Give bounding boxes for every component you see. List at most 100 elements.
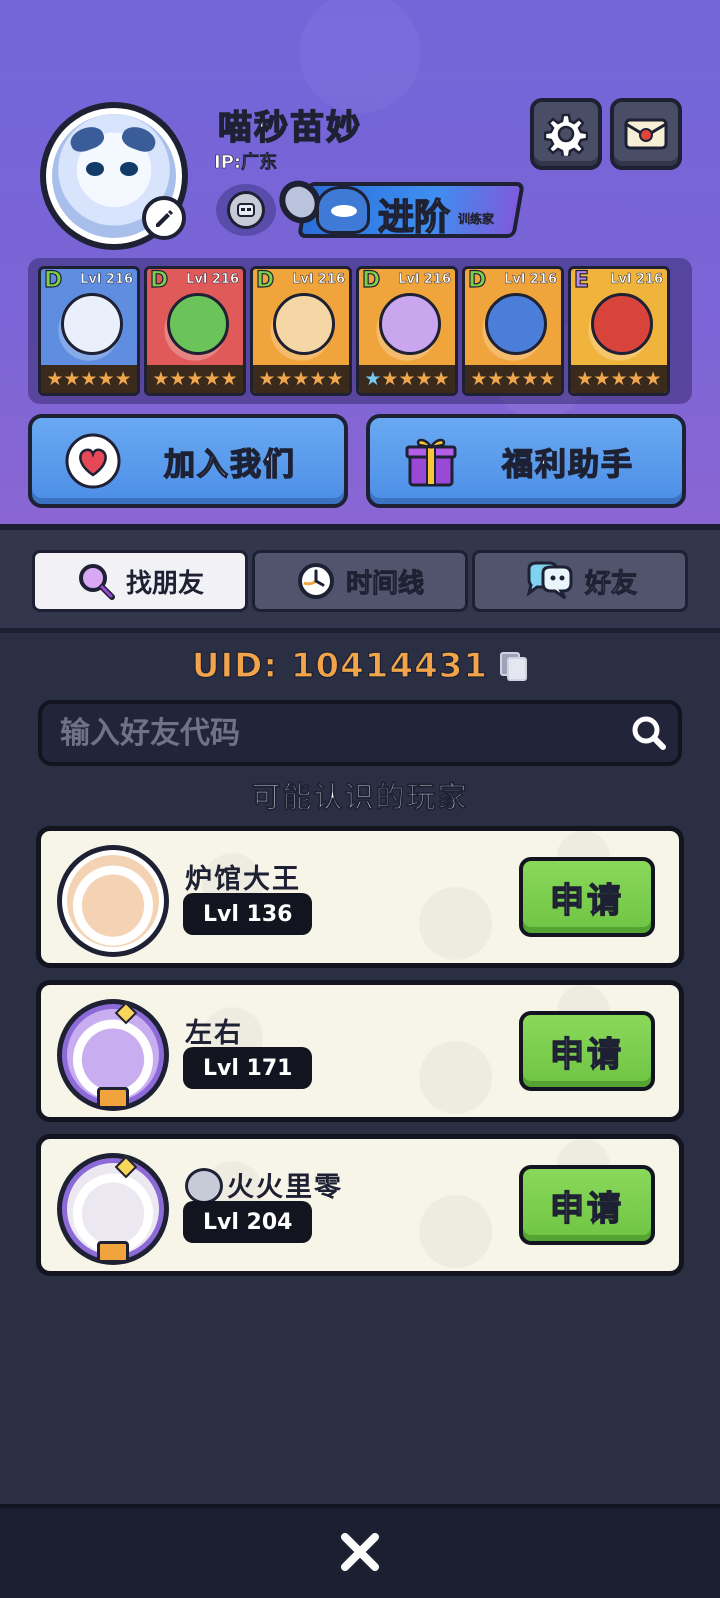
mascot-icon — [316, 186, 370, 234]
player-avatar[interactable] — [57, 999, 169, 1111]
friend-code-input[interactable] — [60, 715, 620, 751]
pet-level: Lvl 216 — [80, 272, 133, 288]
player-avatar[interactable] — [57, 845, 169, 957]
pet-grade: D — [43, 268, 63, 294]
rank-badge-icon — [185, 1167, 223, 1204]
star-icon: ★ — [63, 367, 81, 390]
pet-stars: ★ ★ ★ ★ ★ — [571, 365, 667, 393]
player-card: 炉馆大王 Lvl 136 申请 — [36, 826, 684, 968]
pet-grade: D — [467, 268, 487, 294]
pet-stars: ★ ★ ★ ★ ★ — [465, 365, 561, 393]
star-icon: ★ — [470, 367, 488, 390]
advance-label: 进阶 — [377, 196, 451, 239]
star-icon: ★ — [398, 367, 416, 390]
pet-creature-icon — [167, 293, 229, 355]
star-icon: ★ — [203, 367, 221, 390]
star-icon: ★ — [521, 367, 539, 390]
tab-find-friends-label: 找朋友 — [125, 568, 204, 599]
edit-profile-icon[interactable] — [142, 196, 186, 240]
player-name-row: 炉馆大王 — [185, 857, 301, 896]
player-name-row: 左右 — [185, 1011, 243, 1050]
copy-icon[interactable] — [498, 650, 528, 682]
pet-stars: ★ ★ ★ ★ ★ — [41, 365, 137, 393]
gear-icon — [544, 113, 588, 156]
pet-card[interactable]: D Lvl 216 ★ ★ ★ ★ ★ — [462, 266, 564, 396]
pet-stars: ★ ★ ★ ★ ★ — [359, 365, 455, 393]
star-icon: ★ — [97, 367, 115, 390]
pet-card[interactable]: E Lvl 216 ★ ★ ★ ★ ★ — [568, 266, 670, 396]
pet-grade: E — [573, 268, 590, 294]
join-us-button[interactable]: 加入我们 — [28, 414, 348, 508]
rank-badge-icon[interactable] — [216, 184, 276, 236]
heart-icon — [65, 433, 121, 489]
tab-friends[interactable]: 好友 — [472, 550, 688, 612]
player-card: 火火里零 Lvl 204 申请 — [36, 1134, 684, 1276]
pet-card[interactable]: D Lvl 216 ★ ★ ★ ★ ★ — [38, 266, 140, 396]
star-icon: ★ — [415, 367, 433, 390]
pet-card[interactable]: D Lvl 216 ★ ★ ★ ★ ★ — [144, 266, 246, 396]
player-level-badge: Lvl 136 — [183, 893, 313, 935]
star-icon: ★ — [627, 367, 645, 390]
star-icon: ★ — [644, 367, 662, 390]
star-icon: ★ — [610, 367, 628, 390]
apply-friend-button[interactable]: 申请 — [519, 1011, 655, 1091]
star-icon: ★ — [114, 367, 132, 390]
star-icon: ★ — [220, 367, 238, 390]
tab-friends-label: 好友 — [584, 568, 637, 599]
pet-creature-icon — [273, 293, 335, 355]
mail-button[interactable] — [610, 98, 682, 170]
close-icon — [338, 1530, 382, 1574]
welfare-assistant-label: 福利助手 — [501, 446, 634, 483]
star-icon: ★ — [593, 367, 611, 390]
pet-card[interactable]: D Lvl 216 ★ ★ ★ ★ ★ — [250, 266, 352, 396]
star-icon: ★ — [292, 367, 310, 390]
envelope-icon — [624, 118, 668, 150]
pet-creature-icon — [591, 293, 653, 355]
pet-stars: ★ ★ ★ ★ ★ — [253, 365, 349, 393]
pet-level: Lvl 216 — [292, 272, 345, 288]
apply-friend-button[interactable]: 申请 — [519, 857, 655, 937]
player-avatar[interactable] — [57, 1153, 169, 1265]
star-icon: ★ — [275, 367, 293, 390]
pet-creature-icon — [485, 293, 547, 355]
star-icon: ★ — [258, 367, 276, 390]
pet-level: Lvl 216 — [504, 272, 557, 288]
welfare-assistant-button[interactable]: 福利助手 — [366, 414, 686, 508]
player-level-badge: Lvl 171 — [183, 1047, 313, 1089]
close-button[interactable] — [334, 1526, 386, 1578]
apply-friend-button[interactable]: 申请 — [519, 1165, 655, 1245]
star-icon: ★ — [80, 367, 98, 390]
suggested-players-title: 可能认识的玩家 — [251, 780, 469, 815]
star-icon: ★ — [46, 367, 64, 390]
search-icon[interactable] — [620, 704, 678, 762]
star-icon: ★ — [364, 367, 382, 390]
star-icon: ★ — [504, 367, 522, 390]
player-ip-location: IP:广东 — [214, 152, 278, 174]
tab-bar-divider — [0, 628, 720, 633]
player-level-badge: Lvl 204 — [183, 1201, 313, 1243]
pet-card[interactable]: D Lvl 216 ★ ★ ★ ★ ★ — [356, 266, 458, 396]
star-icon: ★ — [326, 367, 344, 390]
player-name: 炉馆大王 — [185, 864, 301, 895]
friend-code-search-box — [38, 700, 682, 766]
advance-trainer-banner[interactable]: 进阶 训练家 — [270, 172, 525, 240]
star-icon: ★ — [186, 367, 204, 390]
star-icon: ★ — [487, 367, 505, 390]
join-us-label: 加入我们 — [163, 446, 296, 483]
star-icon: ★ — [576, 367, 594, 390]
tab-timeline[interactable]: 时间线 — [252, 550, 468, 612]
medal-icon — [97, 1241, 129, 1263]
chat-bubble-icon — [526, 561, 573, 600]
settings-button[interactable] — [530, 98, 602, 170]
star-icon: ★ — [309, 367, 327, 390]
player-card: 左右 Lvl 171 申请 — [36, 980, 684, 1122]
pet-level: Lvl 216 — [398, 272, 451, 288]
pet-level: Lvl 216 — [610, 272, 663, 288]
star-icon: ★ — [538, 367, 556, 390]
pet-creature-icon — [379, 293, 441, 355]
pet-level: Lvl 216 — [186, 272, 239, 288]
player-name: 喵秒苗妙 — [217, 107, 362, 149]
advance-sub-label: 训练家 — [458, 212, 495, 226]
tab-find-friends[interactable]: 找朋友 — [32, 550, 248, 612]
star-icon: ★ — [381, 367, 399, 390]
